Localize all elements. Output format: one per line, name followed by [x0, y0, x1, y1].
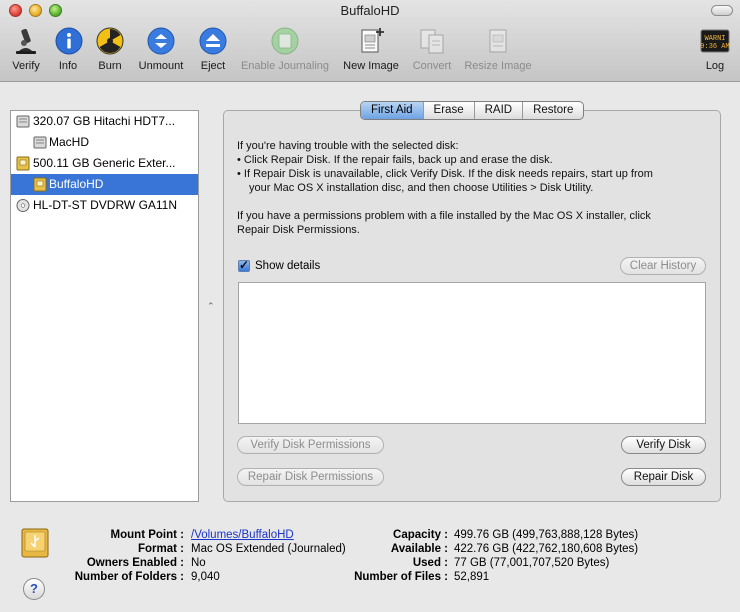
unmount-button[interactable]: Unmount: [135, 26, 187, 72]
folders-label: Number of Folders :: [74, 571, 184, 583]
usb-drive-icon: [21, 528, 49, 558]
unmount-icon: [147, 27, 175, 55]
toolbar: BuffaloHD Verify Info Burn Unmount Eject…: [0, 0, 740, 82]
repair-disk-button[interactable]: Repair Disk: [621, 468, 706, 486]
tab-bar: First Aid Erase RAID Restore: [360, 101, 585, 120]
help-text-line: If you're having trouble with the select…: [237, 140, 459, 152]
capacity-value: 499.76 GB (499,763,888,128 Bytes): [454, 529, 639, 541]
burn-radiation-icon: [96, 27, 124, 55]
verify-button[interactable]: Verify: [8, 26, 44, 72]
log-button[interactable]: WARNI 9:36 AM Log: [698, 26, 732, 72]
help-button[interactable]: ?: [23, 578, 45, 600]
enable-journaling-button[interactable]: Enable Journaling: [238, 26, 332, 72]
tab-raid[interactable]: RAID: [475, 102, 524, 119]
verify-disk-permissions-button[interactable]: Verify Disk Permissions: [237, 436, 384, 454]
sidebar-item-dvd-drive[interactable]: HL-DT-ST DVDRW GA11N: [11, 195, 198, 216]
eject-icon: [199, 27, 227, 55]
format-value: Mac OS Extended (Journaled): [191, 543, 346, 555]
folders-value: 9,040: [191, 571, 220, 583]
files-label: Number of Files :: [354, 571, 448, 583]
sidebar-item-hitachi-disk[interactable]: 320.07 GB Hitachi HDT7...: [11, 111, 198, 132]
format-label: Format :: [138, 543, 184, 555]
verify-disk-button[interactable]: Verify Disk: [621, 436, 706, 454]
available-label: Available :: [390, 543, 448, 555]
volume-icon: [33, 136, 47, 149]
used-label: Used :: [412, 557, 448, 569]
device-list: 320.07 GB Hitachi HDT7... MacHD 500.11 G…: [10, 110, 199, 502]
svg-text:9:36 AM: 9:36 AM: [700, 43, 729, 51]
repair-disk-permissions-button[interactable]: Repair Disk Permissions: [237, 468, 384, 486]
mount-point-label: Mount Point :: [110, 529, 184, 541]
microscope-icon: [16, 28, 36, 54]
window-title: BuffaloHD: [340, 3, 400, 18]
owners-enabled-value: No: [191, 557, 206, 569]
help-text-line: • If Repair Disk is unavailable, click V…: [237, 168, 653, 180]
help-text-line: If you have a permissions problem with a…: [237, 210, 651, 222]
internal-disk-icon: [16, 115, 30, 128]
help-text-line: • Click Repair Disk. If the repair fails…: [237, 154, 553, 166]
info-button[interactable]: Info: [54, 26, 83, 72]
resize-image-icon: [489, 29, 507, 53]
sidebar-item-generic-external[interactable]: 500.11 GB Generic Exter...: [11, 153, 198, 174]
used-value: 77 GB (77,001,707,520 Bytes): [454, 557, 610, 569]
clear-history-button[interactable]: Clear History: [620, 257, 706, 275]
console-log-icon: WARNI 9:36 AM: [700, 29, 730, 53]
tab-restore[interactable]: Restore: [523, 102, 583, 119]
sidebar-item-machd[interactable]: MacHD: [11, 132, 198, 153]
toolbar-toggle-button[interactable]: [711, 5, 733, 16]
new-image-button[interactable]: New Image: [341, 26, 401, 72]
mount-point-link[interactable]: /Volumes/BuffaloHD: [191, 529, 294, 541]
show-details-checkbox[interactable]: [238, 258, 250, 272]
external-disk-icon: [16, 156, 30, 171]
splitter-handle[interactable]: ⌃: [207, 301, 215, 312]
info-icon: [55, 27, 83, 55]
disk-utility-window: BuffaloHD Verify Info Burn Unmount Eject…: [0, 0, 740, 612]
sidebar-item-buffalohd[interactable]: BuffaloHD: [11, 174, 198, 195]
eject-button[interactable]: Eject: [198, 26, 228, 72]
new-image-icon: [361, 28, 384, 53]
optical-drive-icon: [16, 199, 30, 212]
files-value: 52,891: [454, 571, 490, 583]
svg-text:WARNI: WARNI: [704, 35, 725, 43]
convert-button[interactable]: Convert: [410, 26, 454, 72]
external-volume-icon: [33, 177, 47, 192]
show-details-label[interactable]: Show details: [255, 260, 320, 272]
convert-icon: [420, 29, 444, 54]
details-log-area[interactable]: [238, 282, 706, 424]
help-text-line: Repair Disk Permissions.: [237, 224, 360, 236]
help-text-line: your Mac OS X installation disc, and the…: [249, 182, 594, 194]
tab-erase[interactable]: Erase: [424, 102, 475, 119]
capacity-label: Capacity :: [393, 529, 448, 541]
available-value: 422.76 GB (422,762,180,608 Bytes): [454, 543, 639, 555]
journaling-icon: [271, 27, 299, 55]
tab-first-aid[interactable]: First Aid: [361, 102, 424, 119]
burn-button[interactable]: Burn: [94, 26, 126, 72]
resize-image-button[interactable]: Resize Image: [463, 26, 533, 72]
owners-enabled-label: Owners Enabled :: [86, 557, 184, 569]
